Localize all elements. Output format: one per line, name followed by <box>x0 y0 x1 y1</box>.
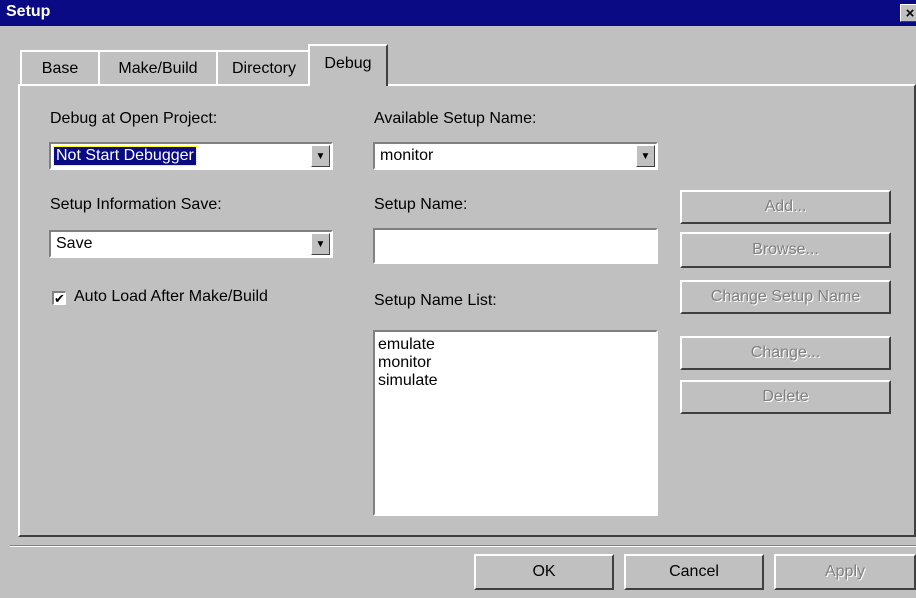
checkmark-icon: ✔ <box>54 291 65 306</box>
ok-button[interactable]: OK <box>474 554 614 590</box>
setup-name-list-label: Setup Name List: <box>374 292 497 309</box>
close-button[interactable]: × <box>900 4 916 22</box>
debug-at-open-value: Not Start Debugger <box>53 146 197 166</box>
tab-directory-label: Directory <box>231 60 296 77</box>
chevron-down-icon[interactable]: ▼ <box>311 145 330 167</box>
add-button[interactable]: Add... <box>680 190 891 224</box>
tab-base-label: Base <box>41 60 79 77</box>
browse-button[interactable]: Browse... <box>680 232 891 268</box>
delete-button[interactable]: Delete <box>680 380 891 414</box>
tab-make-build[interactable]: Make/Build <box>98 50 218 84</box>
setup-info-save-label: Setup Information Save: <box>50 196 222 213</box>
setup-name-label: Setup Name: <box>374 196 468 213</box>
auto-load-label: Auto Load After Make/Build <box>74 288 268 305</box>
window-title: Setup <box>6 3 51 20</box>
available-setup-value: monitor <box>380 147 434 164</box>
list-item[interactable]: simulate <box>378 372 653 390</box>
change-setup-name-button[interactable]: Change Setup Name <box>680 280 891 314</box>
debug-at-open-combo[interactable]: Not Start Debugger ▼ <box>49 142 333 170</box>
cancel-button[interactable]: Cancel <box>624 554 764 590</box>
available-setup-combo[interactable]: monitor ▼ <box>373 142 658 170</box>
apply-button[interactable]: Apply <box>774 554 916 590</box>
list-item[interactable]: emulate <box>378 336 653 354</box>
setup-name-list[interactable]: emulate monitor simulate <box>373 330 658 516</box>
close-icon: × <box>905 5 915 22</box>
change-button[interactable]: Change... <box>680 336 891 370</box>
debug-tab-panel: Debug at Open Project: Not Start Debugge… <box>18 84 916 537</box>
chevron-down-icon[interactable]: ▼ <box>311 233 330 255</box>
auto-load-checkbox[interactable]: ✔ <box>52 291 66 305</box>
tab-debug-label: Debug <box>324 55 372 72</box>
tab-base[interactable]: Base <box>20 50 100 84</box>
debug-at-open-label: Debug at Open Project: <box>50 110 218 127</box>
setup-info-save-value: Save <box>56 235 93 252</box>
setup-info-save-combo[interactable]: Save ▼ <box>49 230 333 258</box>
tab-debug[interactable]: Debug <box>308 44 388 86</box>
footer-separator <box>10 545 916 547</box>
list-item[interactable]: monitor <box>378 354 653 372</box>
tab-directory[interactable]: Directory <box>216 50 312 84</box>
tab-make-build-label: Make/Build <box>118 60 198 77</box>
chevron-down-icon[interactable]: ▼ <box>636 145 655 167</box>
available-setup-label: Available Setup Name: <box>374 110 537 127</box>
title-bar: Setup × <box>0 0 916 26</box>
setup-name-input[interactable] <box>373 228 658 264</box>
